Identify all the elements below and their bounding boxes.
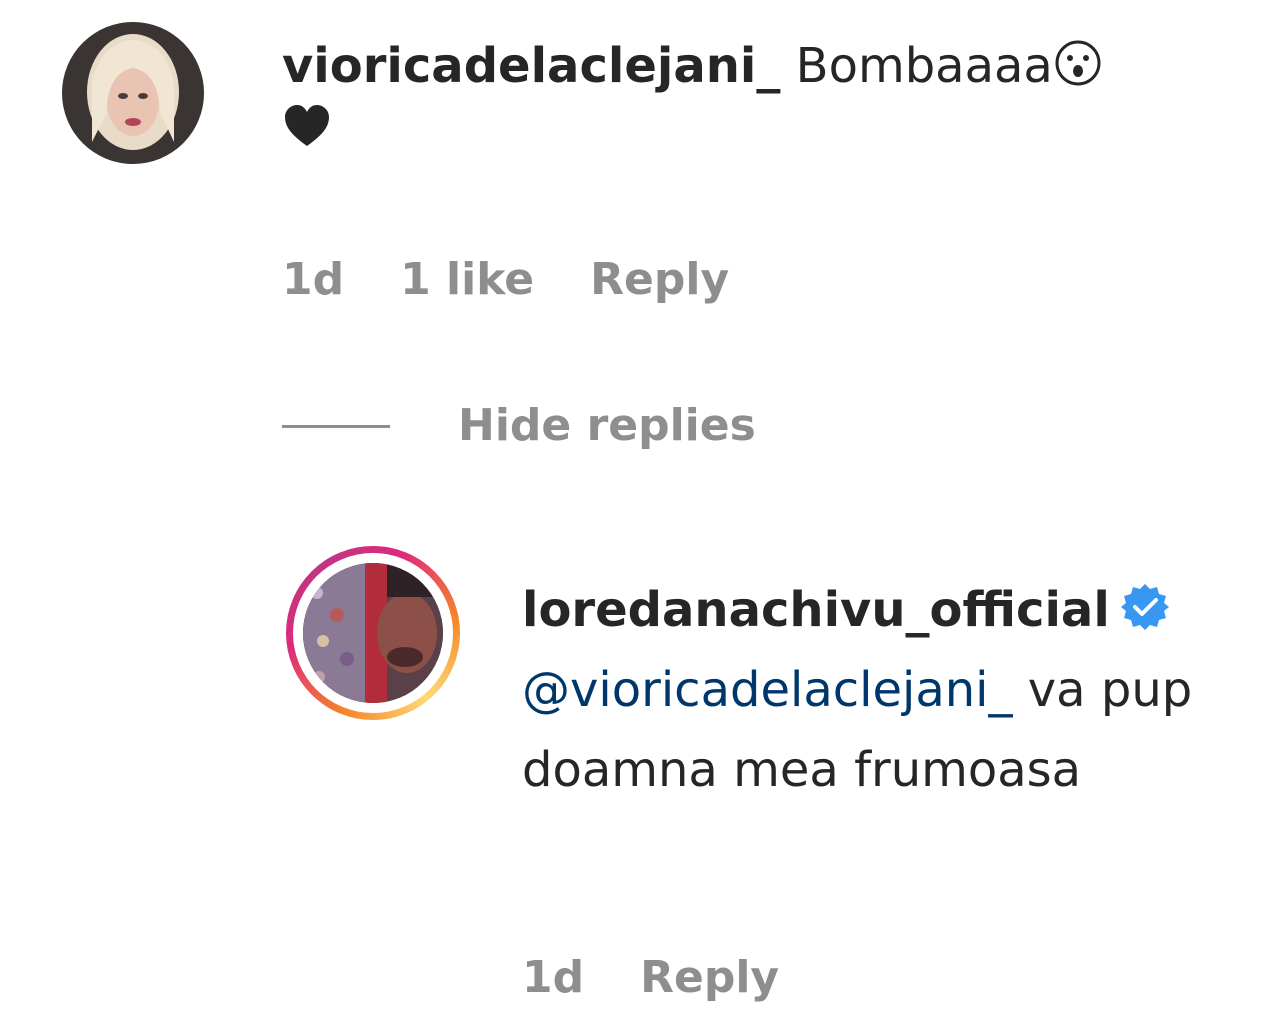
reply-mention-link[interactable]: @vioriсadelaclejani_ [522,662,1013,718]
replier-avatar [303,563,443,703]
comment-body: vioricadelaclejani_ Bombaaaa [282,34,1212,162]
comment-meta: 1d 1 like Reply [282,252,729,308]
comment-text: Bombaaaa [795,38,1053,94]
astonished-face-icon [1053,38,1103,88]
hide-replies-button[interactable]: Hide replies [282,398,756,454]
reply-body: loredanachivu_official @vioriсadelacleja… [522,570,1222,810]
comment-likes[interactable]: 1 like [400,252,534,308]
reply-timestamp[interactable]: 1d [522,950,584,1006]
comment-reply-button[interactable]: Reply [590,252,729,308]
black-heart-icon [282,102,332,152]
reply-reply-button[interactable]: Reply [640,950,779,1006]
hide-replies-label: Hide replies [458,400,756,451]
hide-replies-divider [282,424,390,428]
verified-badge-icon [1120,582,1170,632]
comment-timestamp[interactable]: 1d [282,252,344,308]
replier-avatar-story-ring[interactable] [286,546,460,720]
reply-meta: 1d Reply [522,950,779,1006]
commenter-avatar[interactable] [62,22,204,164]
replier-username[interactable]: loredanachivu_official [522,582,1110,638]
commenter-username[interactable]: vioricadelaclejani_ [282,38,780,94]
